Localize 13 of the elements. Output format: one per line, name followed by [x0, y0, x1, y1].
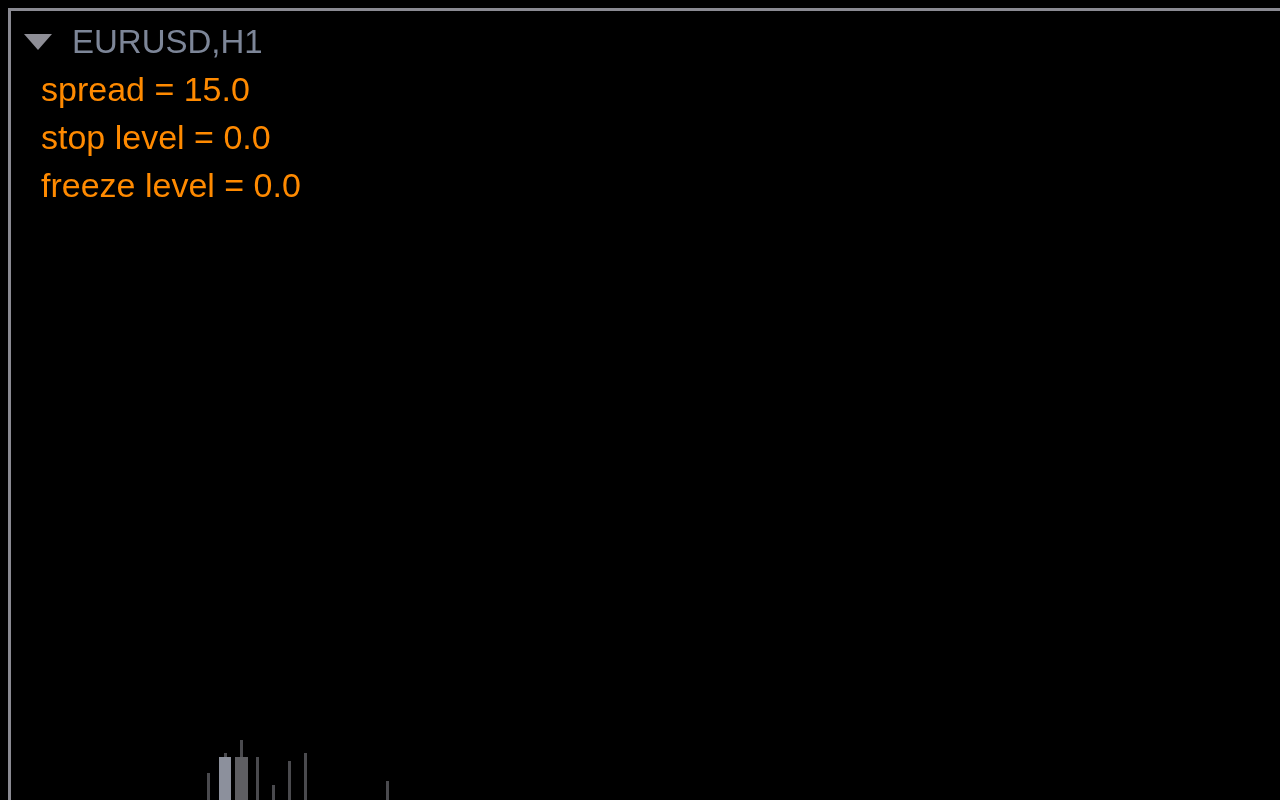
candle-wick	[272, 785, 275, 800]
candle-wick	[288, 761, 291, 800]
info-text: spread = 15.0	[41, 69, 250, 110]
info-text: freeze level = 0.0	[41, 165, 301, 206]
chart-symbol-title: EURUSD,H1	[72, 24, 263, 60]
collapse-triangle-icon[interactable]	[24, 34, 52, 50]
candle-wick	[304, 753, 307, 800]
bearish-candle	[235, 740, 248, 800]
candle-wick	[256, 757, 259, 800]
info-text: stop level = 0.0	[41, 117, 271, 158]
bullish-candle	[219, 753, 231, 800]
candle-wick	[207, 773, 210, 800]
candle-wick	[386, 781, 389, 800]
